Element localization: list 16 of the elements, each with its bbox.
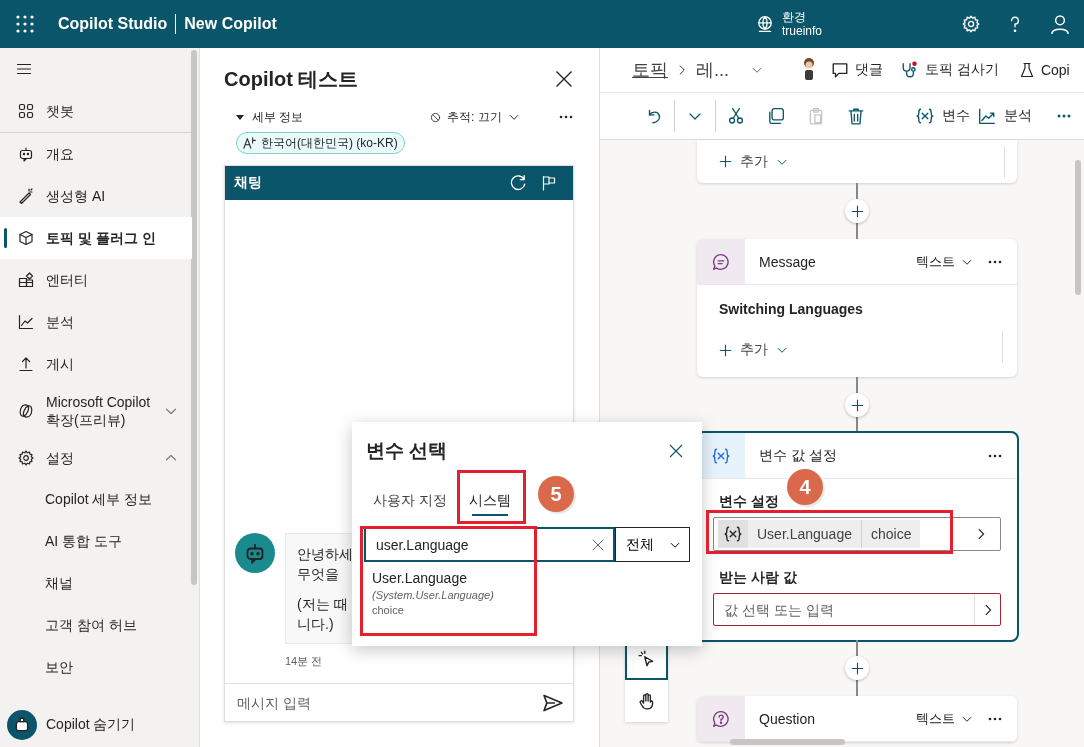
bot-name: New Copilot bbox=[184, 15, 277, 33]
node-title: Question bbox=[759, 710, 816, 727]
environment-label: 환경 bbox=[781, 10, 807, 24]
variable-type: choice bbox=[860, 520, 921, 548]
language-chip: 한국어(대한민국) (ko-KR) bbox=[236, 132, 405, 154]
message-time: 14분 전 bbox=[285, 654, 324, 669]
node-title: 변수 값 설정 bbox=[759, 446, 837, 465]
chat-title: 채팅 bbox=[234, 174, 262, 192]
panel-title: Copilot 테스트 bbox=[224, 66, 359, 92]
app-title: Copilot Studio bbox=[58, 15, 168, 33]
variable-name: User.Language bbox=[756, 525, 853, 544]
field-label: 변수 설정 bbox=[719, 493, 780, 511]
field-label: 받는 사람 값 bbox=[719, 569, 798, 587]
node-title: Message bbox=[759, 253, 816, 270]
dialog-title: 변수 선택 bbox=[366, 439, 448, 463]
message-text: Switching Languages bbox=[719, 301, 864, 317]
